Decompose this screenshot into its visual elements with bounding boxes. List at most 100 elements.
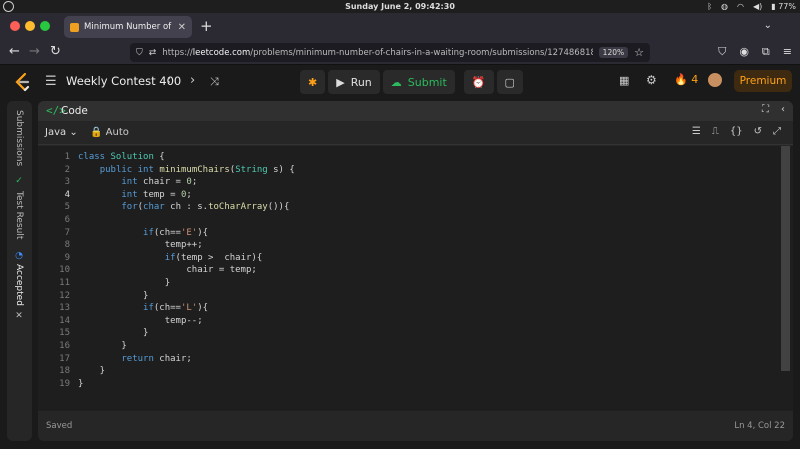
leetcode-logo-icon[interactable] <box>13 72 31 92</box>
code-line[interactable]: if(ch=='L'){ <box>78 302 778 315</box>
browser-tab[interactable]: Minimum Number of Chairs ✕ <box>64 16 192 38</box>
streak-counter[interactable]: 🔥 4 <box>674 73 698 86</box>
code-line[interactable]: } <box>78 340 778 353</box>
url-path: /problems/minimum-number-of-chairs-in-a-… <box>250 47 593 58</box>
code-panel-header: </> Code ⛶ ‹ <box>38 101 793 121</box>
code-line[interactable]: int chair = 0; <box>78 176 778 189</box>
code-line[interactable]: if(temp > chair){ <box>78 252 778 265</box>
new-tab-button[interactable]: + <box>200 17 213 35</box>
menu-icon[interactable]: ≡ <box>783 45 792 59</box>
bluetooth-icon[interactable]: ᛒ <box>707 2 712 11</box>
line-number: 17 <box>59 353 70 364</box>
run-label: Run <box>350 75 372 89</box>
code-line[interactable]: class Solution { <box>78 151 778 164</box>
maximize-panel-icon[interactable]: ⛶ <box>762 104 769 115</box>
tab-title: Minimum Number of Chairs <box>84 22 173 32</box>
browser-tab-strip: Minimum Number of Chairs ✕ + ⌄ <box>0 13 800 40</box>
code-editor[interactable]: 1 2 3 4 5 6 7 8 9 10 11 12 13 14 15 16 17 18 19 class Solu… <box>38 146 793 411</box>
code-line[interactable]: for(char ch : s.toCharArray()){ <box>78 201 778 214</box>
timer-button[interactable]: ⏰ <box>463 70 494 94</box>
run-submit-toolbar: ✱ ▶ Run ☁ Submit ⏰ ▢ <box>300 70 523 94</box>
code-line[interactable]: } <box>78 378 778 391</box>
minimize-window-button[interactable] <box>25 21 35 31</box>
code-line[interactable]: } <box>78 365 778 378</box>
alarm-clock-icon: ⏰ <box>471 75 486 89</box>
format-code-icon[interactable]: ☰ <box>692 126 701 137</box>
problem-list-icon[interactable]: ☰ <box>45 74 57 89</box>
code-line[interactable]: } <box>78 327 778 340</box>
braces-icon[interactable]: {} <box>730 126 743 137</box>
language-select[interactable]: Java ⌄ <box>45 127 78 138</box>
contest-title[interactable]: Weekly Contest 400 <box>66 74 181 88</box>
collapse-panel-chevron-icon[interactable]: ‹ <box>781 104 785 115</box>
tab-accepted[interactable]: Accepted <box>14 264 24 306</box>
code-panel: </> Code ⛶ ‹ Java ⌄ 🔒 Auto ☰ ⎍ {} ↺ ⤢ 12… <box>38 101 793 441</box>
code-line[interactable]: chair = temp; <box>78 264 778 277</box>
close-window-button[interactable] <box>10 21 20 31</box>
account-icon[interactable]: ◉ <box>739 45 749 59</box>
line-number: 13 <box>59 303 70 314</box>
close-accepted-tab-icon[interactable]: ✕ <box>14 311 24 321</box>
url-bar[interactable]: ⛉ ⇄ https://leetcode.com/problems/minimu… <box>130 43 650 62</box>
battery-icon: ▮ <box>771 2 776 11</box>
code-line[interactable]: return chair; <box>78 353 778 366</box>
layout-grid-icon[interactable]: ▦ <box>619 74 629 87</box>
accepted-status-icon: ◔ <box>14 251 24 261</box>
next-problem-chevron-icon[interactable]: › <box>190 73 195 88</box>
submit-button[interactable]: ☁ Submit <box>382 70 455 94</box>
prev-problem-chevron-icon[interactable]: ‹ <box>166 73 171 88</box>
wifi-icon[interactable]: ◠ <box>737 2 744 11</box>
line-number: 16 <box>59 340 70 351</box>
bookmark-icon[interactable]: ⎍ <box>712 126 719 137</box>
auto-mode[interactable]: 🔒 Auto <box>90 127 129 138</box>
premium-button[interactable]: Premium <box>734 70 792 92</box>
code-line[interactable]: temp++; <box>78 239 778 252</box>
permissions-icon[interactable]: ⇄ <box>149 48 157 58</box>
url-text[interactable]: https://leetcode.com/problems/minimum-nu… <box>162 48 592 58</box>
shield-icon[interactable]: ⛉ <box>136 48 143 58</box>
line-number: 9 <box>64 252 70 263</box>
notes-button[interactable]: ▢ <box>496 70 523 94</box>
battery-indicator[interactable]: ▮ 77% <box>771 2 796 11</box>
streak-count: 4 <box>691 73 699 86</box>
reload-button[interactable]: ↻ <box>50 44 61 60</box>
debug-button[interactable]: ✱ <box>300 70 326 94</box>
maximize-window-button[interactable] <box>40 21 50 31</box>
reset-code-icon[interactable]: ↺ <box>754 126 762 137</box>
network-icon[interactable]: ◍ <box>721 2 728 11</box>
shuffle-icon[interactable]: ⤨ <box>210 75 219 89</box>
user-avatar[interactable] <box>708 73 722 87</box>
code-line[interactable]: int temp = 0; <box>78 189 778 202</box>
pocket-icon[interactable]: ⛉ <box>718 45 726 59</box>
tab-test-result[interactable]: Test Result <box>14 191 24 239</box>
code-line[interactable]: temp--; <box>78 315 778 328</box>
close-tab-icon[interactable]: ✕ <box>178 22 186 33</box>
tab-submissions[interactable]: Submissions <box>14 110 24 166</box>
code-line[interactable]: } <box>78 277 778 290</box>
forward-button[interactable]: → <box>29 44 40 60</box>
zoom-level[interactable]: 120% <box>598 47 629 58</box>
leetcode-favicon-icon <box>70 22 79 32</box>
os-clock[interactable]: Sunday June 2, 09:42:30 <box>0 0 800 13</box>
cursor-position: Ln 4, Col 22 <box>734 421 785 431</box>
volume-icon[interactable]: ◀) <box>753 2 762 11</box>
code-line[interactable]: public int minimumChairs(String s) { <box>78 164 778 177</box>
code-content[interactable]: class Solution { public int minimumChair… <box>78 151 778 390</box>
extensions-icon[interactable]: ⧉ <box>762 45 770 59</box>
run-button[interactable]: ▶ Run <box>328 70 380 94</box>
bug-icon: ✱ <box>308 75 318 89</box>
side-tab-strip: Submissions ✓ Test Result ◔ Accepted ✕ <box>7 101 32 441</box>
line-number: 6 <box>64 214 70 225</box>
code-line[interactable] <box>78 214 778 227</box>
line-number: 19 <box>59 378 70 389</box>
code-line[interactable]: if(ch=='E'){ <box>78 227 778 240</box>
line-number: 14 <box>59 315 70 326</box>
code-line[interactable]: } <box>78 290 778 303</box>
list-tabs-chevron-icon[interactable]: ⌄ <box>764 20 772 31</box>
cloud-upload-icon: ☁ <box>390 75 402 89</box>
fullscreen-icon[interactable]: ⤢ <box>773 126 781 137</box>
editor-scrollbar[interactable] <box>781 146 790 371</box>
back-button[interactable]: ← <box>9 44 20 60</box>
bookmark-star-icon[interactable]: ☆ <box>634 46 644 59</box>
settings-gear-icon[interactable]: ⚙ <box>646 73 657 87</box>
